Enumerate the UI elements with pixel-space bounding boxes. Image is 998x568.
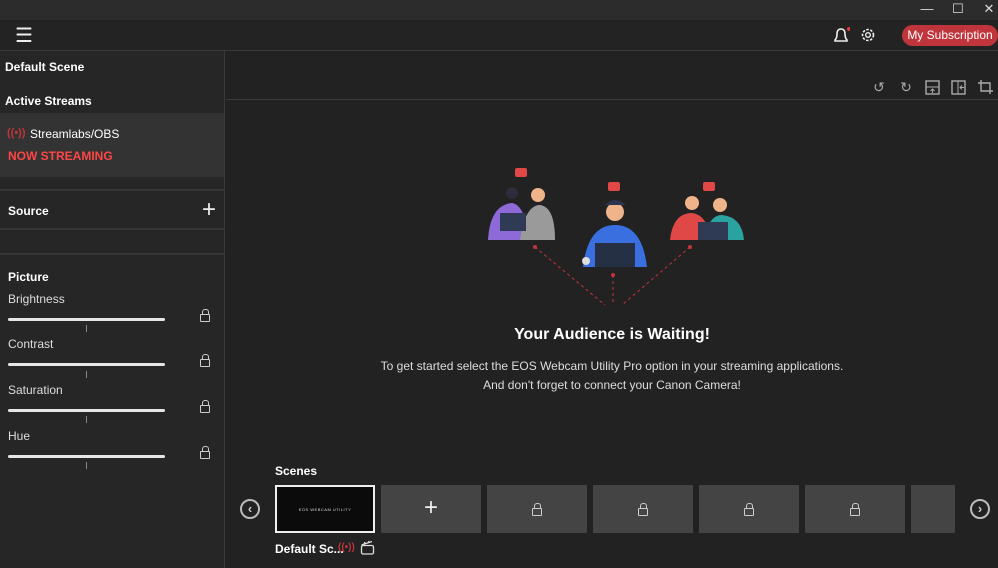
scene-name: Default Sc... [275,542,344,556]
scenes-next-button[interactable]: › [970,499,990,519]
locked-scene-slot[interactable] [487,485,587,533]
contrast-slider[interactable] [8,363,165,366]
thumbnail-text: EOS WEBCAM UTILITY [298,506,352,512]
rotate-right-icon[interactable]: ↻ [898,79,914,95]
rotate-left-icon[interactable]: ↺ [871,79,887,95]
divider [0,228,225,230]
stream-status: NOW STREAMING [8,149,113,163]
broadcast-icon: ((•)) [338,542,355,553]
lock-icon[interactable] [200,354,210,367]
brightness-slider[interactable] [8,318,165,321]
my-subscription-button[interactable]: My Subscription [902,25,998,46]
gear-icon[interactable] [860,27,876,43]
minimize-button[interactable]: — [912,0,942,20]
clapperboard-icon[interactable] [360,540,375,555]
saturation-slider[interactable] [8,409,165,412]
lock-icon [744,503,754,516]
locked-scene-slot[interactable] [593,485,693,533]
slider-tick [86,416,87,423]
saturation-label: Saturation [8,383,63,397]
divider [226,99,998,100]
scenes-label: Scenes [275,464,318,478]
locked-scene-slot[interactable] [699,485,799,533]
menu-icon[interactable]: ☰ [15,23,33,48]
crop-icon[interactable] [978,80,993,95]
divider [0,189,225,191]
stream-name: Streamlabs/OBS [30,127,120,141]
slider-tick [86,371,87,378]
contrast-label: Contrast [8,337,54,351]
active-streams-label: Active Streams [5,94,92,108]
lock-icon [850,503,860,516]
flip-vertical-icon[interactable] [925,80,940,95]
lock-icon[interactable] [200,309,210,322]
add-source-button[interactable]: + [202,196,216,224]
empty-state-text: And don't forget to connect your Canon C… [483,378,741,392]
active-stream-item[interactable]: ((•)) Streamlabs/OBS NOW STREAMING [0,113,224,177]
picture-label: Picture [8,270,49,284]
slider-tick [86,325,87,332]
close-button[interactable]: ✕ [974,0,998,20]
hue-label: Hue [8,429,31,443]
empty-state-heading: Your Audience is Waiting! [514,326,710,343]
source-label: Source [8,204,49,218]
locked-scene-slot[interactable] [805,485,905,533]
lock-icon [638,503,648,516]
maximize-button[interactable]: ☐ [943,0,973,20]
divider [0,253,225,255]
lock-icon [532,503,542,516]
locked-scene-slot[interactable] [911,485,955,533]
slider-tick [86,462,87,469]
hue-slider[interactable] [8,455,165,458]
broadcast-icon: ((•)) [7,127,26,139]
audience-illustration [488,168,744,306]
scene-thumbnail-default[interactable]: EOS WEBCAM UTILITY [275,485,375,533]
default-scene-label: Default Scene [5,60,85,74]
scenes-prev-button[interactable]: ‹ [240,499,260,519]
brightness-label: Brightness [8,292,65,306]
bell-icon[interactable] [832,27,850,45]
empty-state-text: To get started select the EOS Webcam Uti… [380,359,844,373]
lock-icon[interactable] [200,400,210,413]
lock-icon[interactable] [200,446,210,459]
title-bar: — ☐ ✕ [0,0,998,20]
flip-horizontal-icon[interactable] [951,80,966,95]
add-scene-button[interactable]: + [381,485,481,533]
header: ☰ [0,20,998,51]
